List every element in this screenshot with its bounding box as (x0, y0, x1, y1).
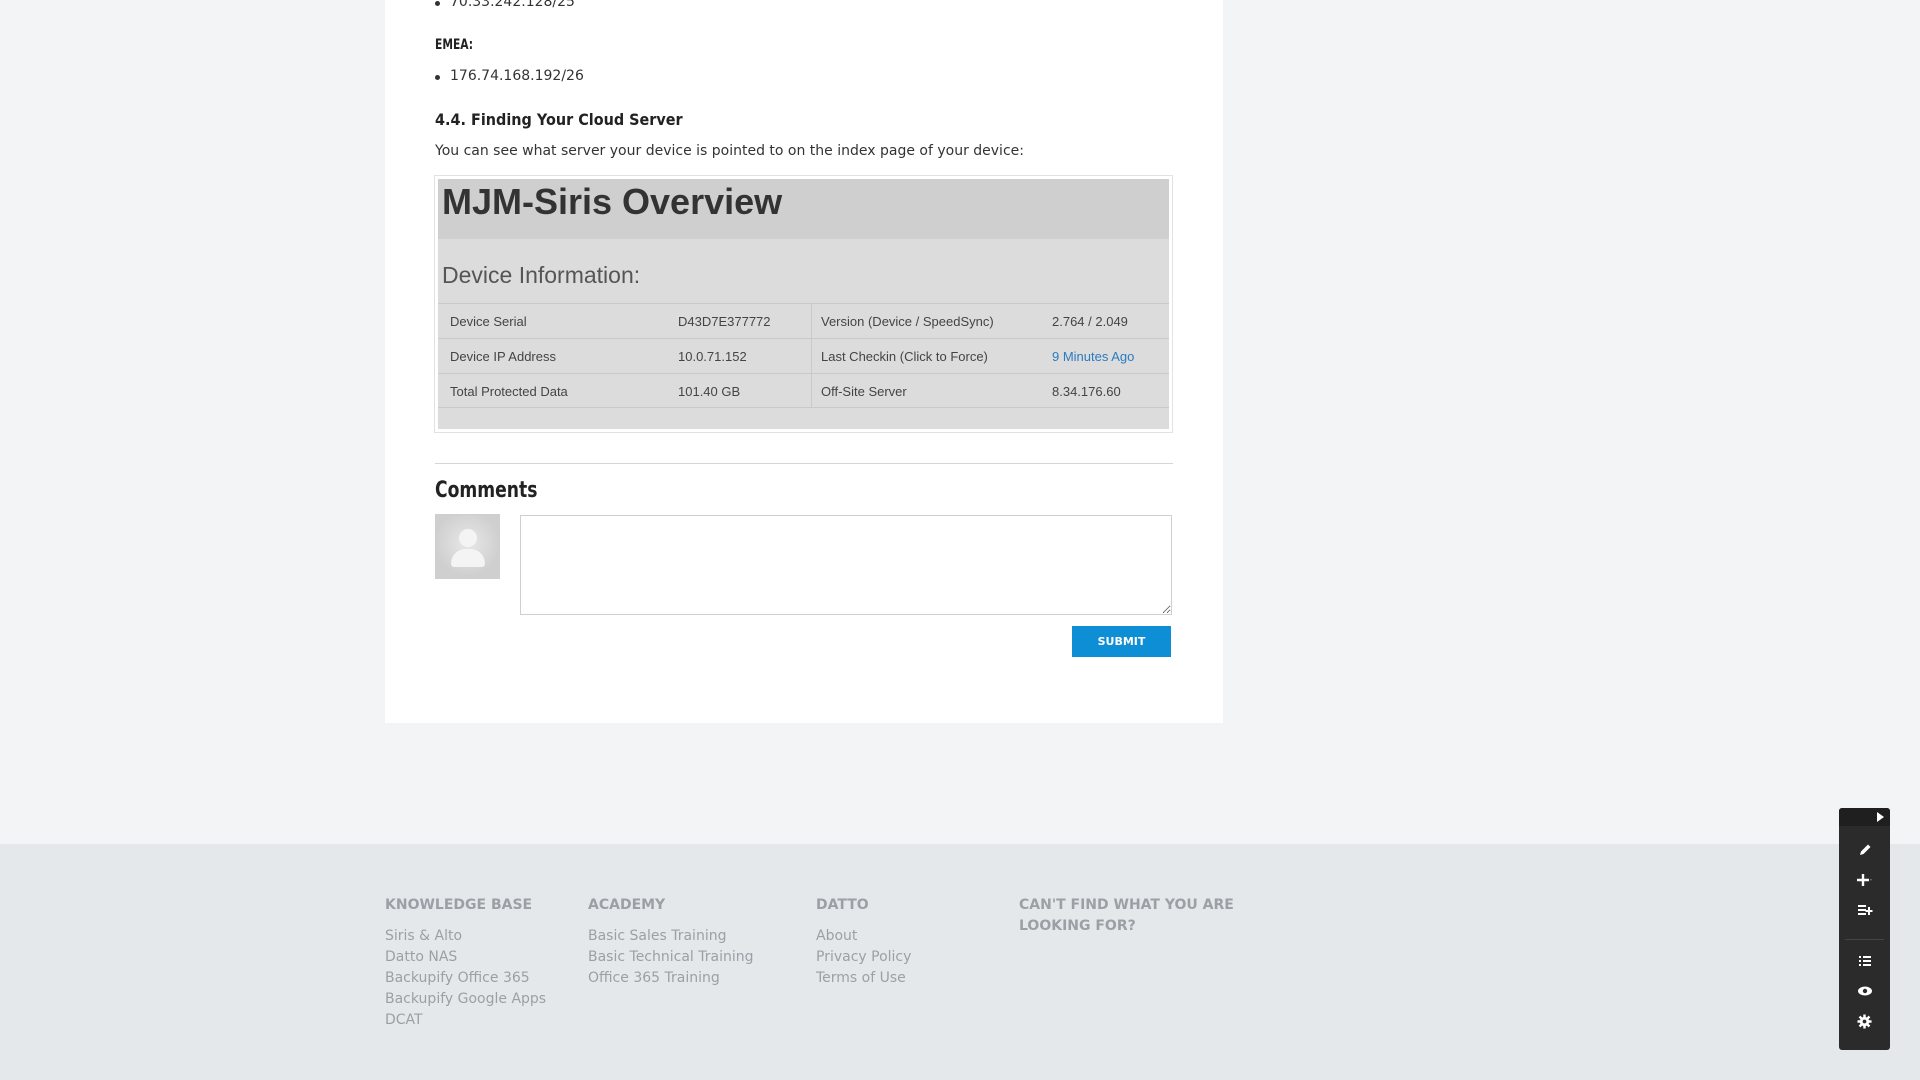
table-row: Device Serial D43D7E377772 Version (Devi… (438, 303, 1169, 338)
footer-heading: CAN'T FIND WHAT YOU ARE (1019, 897, 1234, 913)
last-checkin-label: Last Checkin (Click to Force) (821, 349, 988, 364)
footer (0, 844, 1920, 1080)
footer-link-o365-training[interactable]: Office 365 Training (588, 968, 754, 989)
pencil-icon[interactable] (1839, 837, 1890, 863)
user-body-icon (451, 549, 485, 567)
submit-button[interactable]: SUBMIT (1072, 626, 1171, 657)
footer-link-datto-nas[interactable]: Datto NAS (385, 947, 546, 968)
section-text: You can see what server your device is p… (435, 143, 1024, 159)
gear-icon[interactable] (1839, 1008, 1890, 1034)
footer-heading: KNOWLEDGE BASE (385, 897, 533, 913)
device-serial-label: Device Serial (450, 314, 527, 329)
last-checkin-value: 9 Minutes Ago (1052, 349, 1135, 364)
device-serial-value: D43D7E377772 (678, 314, 771, 329)
footer-link-about[interactable]: About (816, 926, 911, 947)
offsite-server-value: 8.34.176.60 (1052, 384, 1121, 399)
user-icon (459, 529, 477, 547)
emea-label: EMEA: (435, 37, 474, 53)
footer-heading: LOOKING FOR? (1019, 918, 1136, 934)
section-heading: 4.4. Finding Your Cloud Server (435, 110, 683, 129)
table-row: Device IP Address 10.0.71.152 Last Check… (438, 338, 1169, 373)
version-label: Version (Device / SpeedSync) (821, 314, 994, 329)
footer-link-backupify-o365[interactable]: Backupify Office 365 (385, 968, 546, 989)
footer-heading: ACADEMY (588, 897, 666, 913)
comment-textarea[interactable] (520, 515, 1172, 615)
footer-column-datto: DATTO About Privacy Policy Terms of Use (816, 895, 911, 989)
protected-data-value: 101.40 GB (678, 384, 741, 399)
footer-link-dcat[interactable]: DCAT (385, 1010, 546, 1031)
footer-link-basic-technical[interactable]: Basic Technical Training (588, 947, 754, 968)
footer-link-basic-sales[interactable]: Basic Sales Training (588, 926, 754, 947)
footer-link-siris-alto[interactable]: Siris & Alto (385, 926, 546, 947)
protected-data-label: Total Protected Data (450, 384, 568, 399)
collapse-arrow-icon[interactable] (1877, 812, 1884, 822)
plus-icon[interactable] (1839, 867, 1890, 893)
ip-range-item: 176.74.168.192/26 (435, 68, 584, 84)
comments-heading: Comments (435, 478, 538, 503)
footer-link-backupify-google[interactable]: Backupify Google Apps (385, 989, 546, 1010)
device-ip-value: 10.0.71.152 (678, 349, 747, 364)
list-icon[interactable] (1839, 948, 1890, 974)
device-info-table: Device Serial D43D7E377772 Version (Devi… (438, 303, 1169, 408)
screenshot-title: MJM-Siris Overview (442, 181, 783, 222)
version-value: 2.764 / 2.049 (1052, 314, 1128, 329)
add-list-icon[interactable] (1839, 897, 1890, 923)
toolbar-header[interactable] (1839, 808, 1890, 826)
screenshot-subtitle: Device Information: (442, 262, 641, 288)
footer-link-terms[interactable]: Terms of Use (816, 968, 911, 989)
toolbar-separator (1845, 939, 1884, 940)
footer-column-academy: ACADEMY Basic Sales Training Basic Techn… (588, 895, 754, 989)
avatar (435, 514, 500, 579)
footer-column-cant-find: CAN'T FIND WHAT YOU ARE LOOKING FOR? (1019, 895, 1234, 937)
section-divider (435, 463, 1173, 464)
ip-range-item: 70.33.242.128/25 (435, 0, 575, 10)
table-row: Total Protected Data 101.40 GB Off-Site … (438, 373, 1169, 408)
screenshot-content: MJM-Siris Overview Device Information: D… (438, 179, 1169, 429)
offsite-server-label: Off-Site Server (821, 384, 907, 399)
footer-heading: DATTO (816, 897, 869, 913)
footer-link-privacy[interactable]: Privacy Policy (816, 947, 911, 968)
floating-toolbar (1839, 808, 1890, 1050)
device-ip-label: Device IP Address (450, 349, 556, 364)
device-overview-screenshot: MJM-Siris Overview Device Information: D… (434, 175, 1173, 433)
footer-column-knowledge-base: KNOWLEDGE BASE Siris & Alto Datto NAS Ba… (385, 895, 546, 1031)
eye-icon[interactable] (1839, 978, 1890, 1004)
